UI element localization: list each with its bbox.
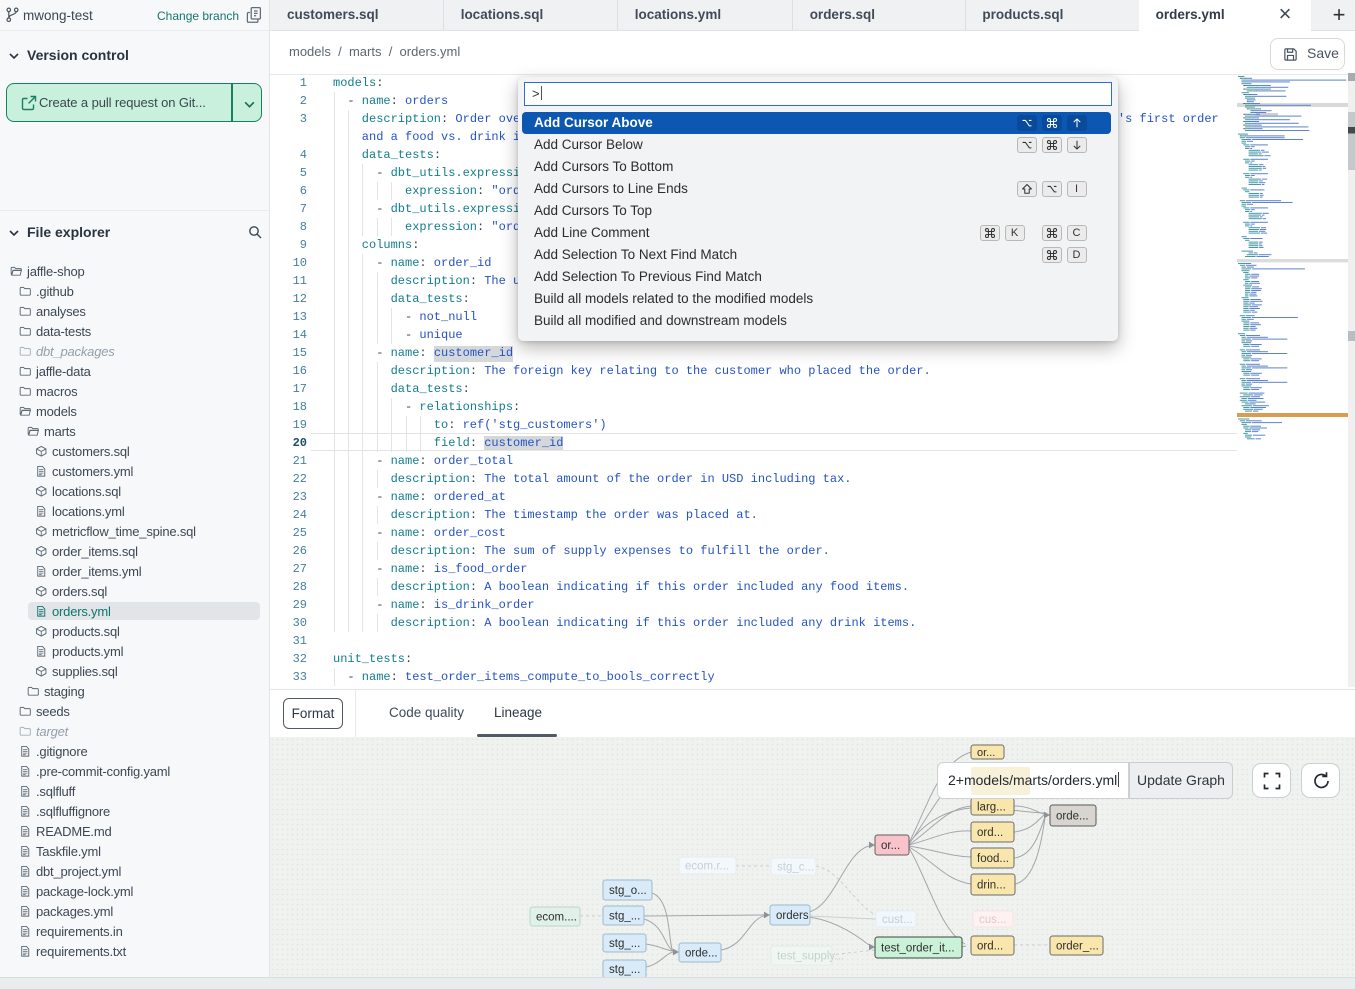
svg-text:stg_o...: stg_o... [609,885,647,897]
svg-text:test_order_it...: test_order_it... [881,943,955,955]
svg-text:ecom.r...: ecom.r... [685,861,729,873]
svg-text:ord...: ord... [977,827,1003,839]
svg-text:stg_c...: stg_c... [777,862,814,874]
svg-text:or...: or... [977,747,995,759]
svg-text:drin...: drin... [977,880,1006,892]
svg-text:ord...: ord... [977,941,1003,953]
svg-text:order_...: order_... [1056,941,1099,953]
svg-text:stg_...: stg_... [609,964,640,976]
svg-text:or...: or... [881,840,900,852]
svg-text:larg...: larg... [977,802,1006,814]
svg-text:orders: orders [776,910,809,922]
svg-text:cust...: cust... [882,914,913,926]
svg-text:orde...: orde... [685,948,718,960]
svg-text:cus...: cus... [979,914,1006,926]
svg-text:test_supply...: test_supply... [777,951,844,963]
svg-text:orde...: orde... [1056,811,1089,823]
svg-text:stg_...: stg_... [609,911,640,923]
svg-text:stg_...: stg_... [609,938,640,950]
svg-text:ecom....: ecom.... [536,912,577,924]
svg-text:food...: food... [977,853,1009,865]
